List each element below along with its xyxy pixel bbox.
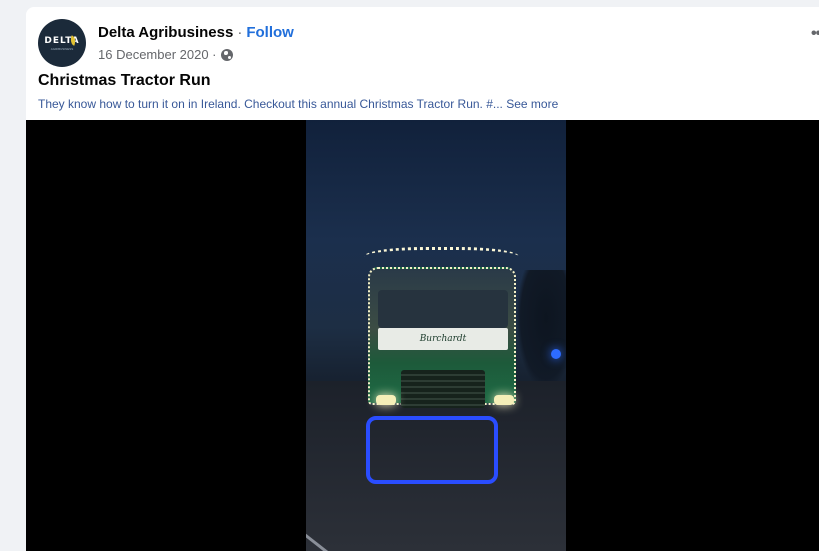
post-date[interactable]: 16 December 2020 · bbox=[98, 47, 217, 62]
video-blue-light bbox=[551, 349, 561, 359]
post-description: They know how to turn it on in Ireland. … bbox=[38, 97, 558, 111]
truck-banner-text: Burchardt bbox=[419, 334, 467, 344]
page-name-link[interactable]: Delta Agribusiness bbox=[98, 24, 233, 41]
post-title: Christmas Tractor Run bbox=[38, 72, 211, 89]
truck-grille bbox=[401, 370, 485, 408]
video-trees bbox=[516, 270, 566, 390]
see-more-link[interactable]: See more bbox=[506, 97, 558, 111]
post-description-text: They know how to turn it on in Ireland. … bbox=[38, 97, 503, 111]
avatar-logo-sub: AGRIBUSINESS bbox=[50, 46, 74, 51]
post-meta: 16 December 2020 · bbox=[98, 47, 233, 62]
post-header: Delta Agribusiness · Follow bbox=[98, 24, 294, 41]
follow-button[interactable]: Follow bbox=[246, 24, 294, 41]
truck-windshield bbox=[378, 290, 508, 328]
page-avatar[interactable]: DELTA AGRIBUSINESS bbox=[38, 19, 86, 67]
globe-icon[interactable] bbox=[220, 48, 233, 61]
video-frame-image: Burchardt bbox=[306, 120, 566, 551]
highlight-box bbox=[366, 416, 498, 484]
post-card: DELTA AGRIBUSINESS Delta Agribusiness · … bbox=[26, 7, 819, 551]
video-truck: Burchardt bbox=[356, 245, 521, 425]
truck-banner: Burchardt bbox=[378, 328, 508, 350]
separator-dot: · bbox=[237, 24, 243, 41]
truck-headlight-right bbox=[494, 395, 514, 405]
truck-headlight-left bbox=[376, 395, 396, 405]
video-player[interactable]: Burchardt bbox=[26, 120, 819, 551]
more-options-icon[interactable]: ••• bbox=[811, 25, 819, 43]
